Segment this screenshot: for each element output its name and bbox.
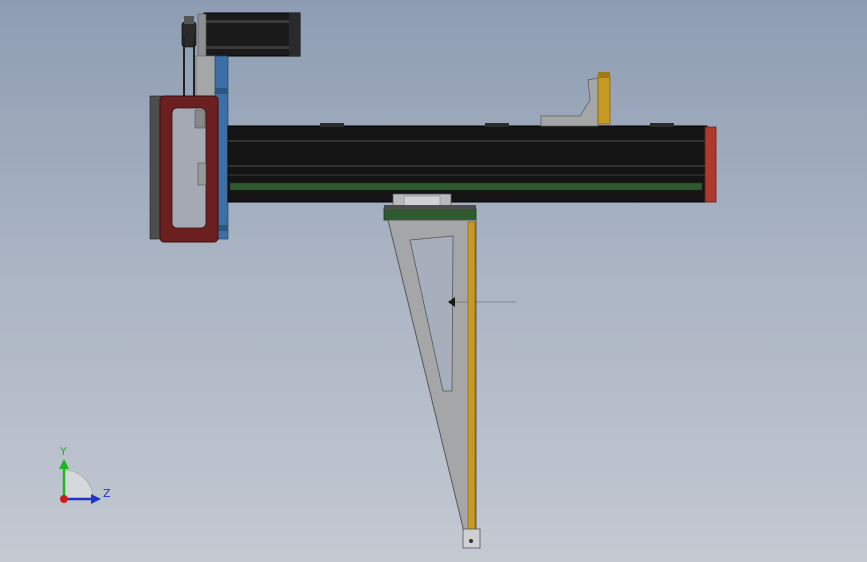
triad-x-origin [60, 495, 68, 503]
stepper-motor [197, 12, 301, 59]
tensioner-frame [149, 95, 219, 243]
top-bracket [540, 72, 611, 127]
linear-rail [227, 123, 708, 203]
triad-z-arrow [91, 494, 101, 504]
triad-quarter-disc [63, 469, 94, 500]
triad-z-label: Z [103, 487, 111, 500]
triad-y-label: Y [59, 445, 67, 458]
triangular-arm [387, 219, 516, 541]
rail-end-cap [704, 126, 717, 203]
triad-y-arrow [59, 459, 69, 469]
cad-viewport[interactable]: Y Z [0, 0, 867, 562]
gold-rod [467, 221, 476, 533]
coordinate-triad: Y Z [59, 445, 111, 504]
foot-block [462, 528, 481, 549]
linear-axis-assembly [149, 12, 717, 549]
